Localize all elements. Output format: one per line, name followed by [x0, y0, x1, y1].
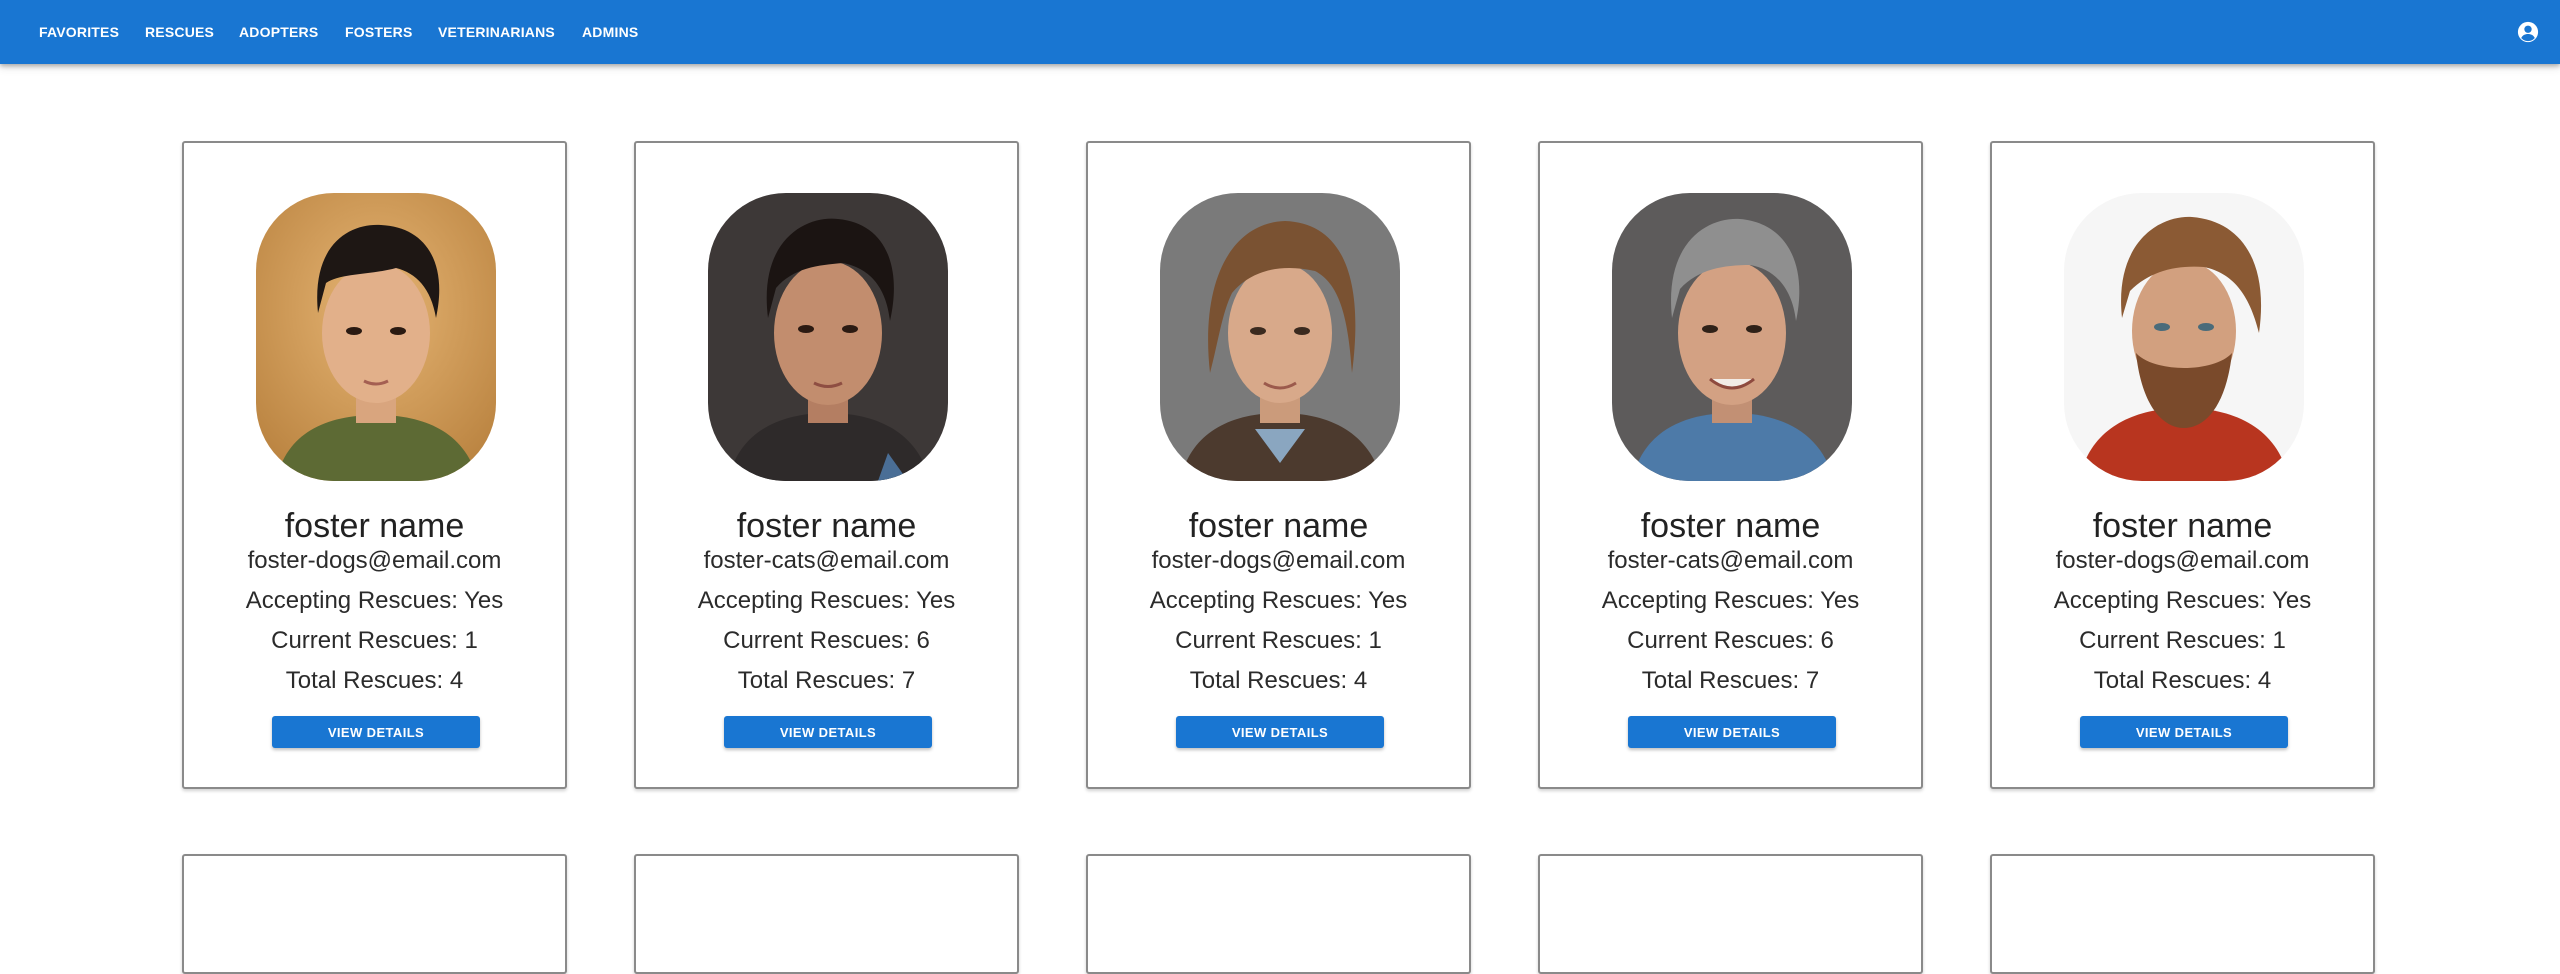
accepting-rescues: Accepting Rescues: Yes	[697, 587, 956, 614]
total-rescues: Total Rescues: 7	[737, 667, 916, 694]
view-details-button[interactable]: VIEW DETAILS	[272, 716, 480, 748]
foster-name: foster name	[1188, 507, 1369, 545]
view-details-button[interactable]: VIEW DETAILS	[1176, 716, 1384, 748]
nav-rescues[interactable]: RESCUES	[145, 22, 214, 42]
accepting-rescues: Accepting Rescues: Yes	[245, 587, 504, 614]
foster-email: foster-dogs@email.com	[1151, 547, 1406, 574]
foster-card	[1086, 854, 1471, 974]
foster-card	[1990, 854, 2375, 974]
foster-photo	[256, 193, 496, 481]
foster-card: foster name foster-dogs@email.com Accept…	[182, 141, 567, 789]
account-circle-icon[interactable]	[2517, 21, 2539, 43]
nav-adopters[interactable]: ADOPTERS	[239, 22, 318, 42]
total-rescues: Total Rescues: 4	[1189, 667, 1368, 694]
foster-photo	[1612, 193, 1852, 481]
foster-email: foster-dogs@email.com	[2055, 547, 2310, 574]
foster-photo	[1160, 193, 1400, 481]
current-rescues: Current Rescues: 1	[1175, 627, 1382, 654]
current-rescues: Current Rescues: 6	[1627, 627, 1834, 654]
accepting-rescues: Accepting Rescues: Yes	[2053, 587, 2312, 614]
accepting-rescues: Accepting Rescues: Yes	[1601, 587, 1860, 614]
view-details-button[interactable]: VIEW DETAILS	[724, 716, 932, 748]
foster-name: foster name	[1640, 507, 1821, 545]
foster-card: foster name foster-dogs@email.com Accept…	[1990, 141, 2375, 789]
foster-photo	[708, 193, 948, 481]
total-rescues: Total Rescues: 7	[1641, 667, 1820, 694]
total-rescues: Total Rescues: 4	[285, 667, 464, 694]
nav-favorites[interactable]: FAVORITES	[39, 22, 119, 42]
current-rescues: Current Rescues: 6	[723, 627, 930, 654]
foster-name: foster name	[736, 507, 917, 545]
view-details-button[interactable]: VIEW DETAILS	[2080, 716, 2288, 748]
foster-card	[182, 854, 567, 974]
foster-card: foster name foster-dogs@email.com Accept…	[1086, 141, 1471, 789]
foster-email: foster-dogs@email.com	[247, 547, 502, 574]
app-bar: FAVORITES RESCUES ADOPTERS FOSTERS VETER…	[0, 0, 2560, 64]
nav-admins[interactable]: ADMINS	[582, 22, 638, 42]
foster-card	[634, 854, 1019, 974]
accepting-rescues: Accepting Rescues: Yes	[1149, 587, 1408, 614]
current-rescues: Current Rescues: 1	[2079, 627, 2286, 654]
total-rescues: Total Rescues: 4	[2093, 667, 2272, 694]
foster-name: foster name	[284, 507, 465, 545]
foster-email: foster-cats@email.com	[703, 547, 950, 574]
foster-name: foster name	[2092, 507, 2273, 545]
nav-fosters[interactable]: FOSTERS	[345, 22, 413, 42]
foster-card: foster name foster-cats@email.com Accept…	[1538, 141, 1923, 789]
foster-card: foster name foster-cats@email.com Accept…	[634, 141, 1019, 789]
view-details-button[interactable]: VIEW DETAILS	[1628, 716, 1836, 748]
foster-card	[1538, 854, 1923, 974]
nav-veterinarians[interactable]: VETERINARIANS	[438, 22, 555, 42]
current-rescues: Current Rescues: 1	[271, 627, 478, 654]
foster-photo	[2064, 193, 2304, 481]
foster-email: foster-cats@email.com	[1607, 547, 1854, 574]
